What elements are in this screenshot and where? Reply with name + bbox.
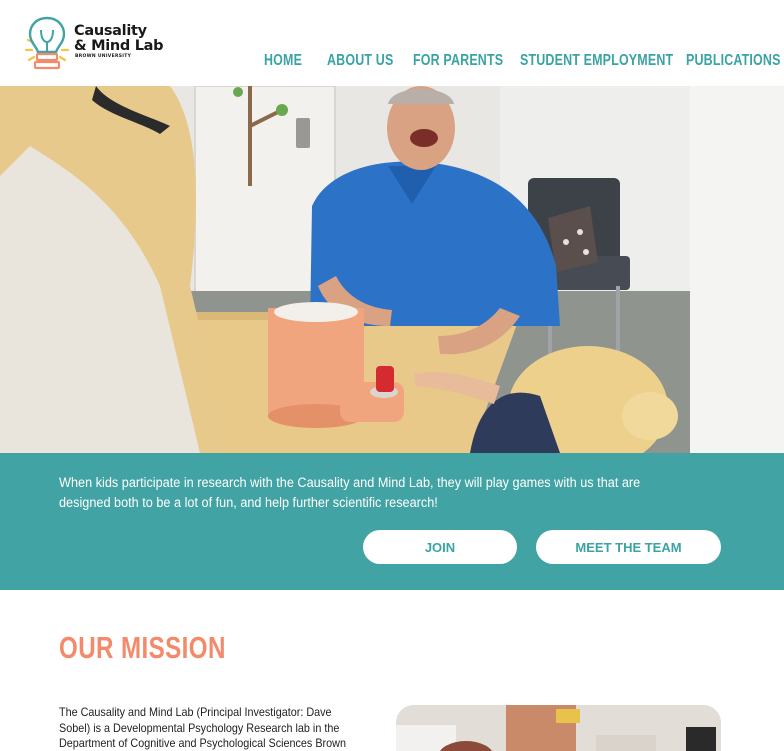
site-header: Causality & Mind Lab BROWN UNIVERSITY HO… [0, 0, 784, 86]
join-button[interactable]: JOIN [363, 530, 517, 564]
nav-for-parents[interactable]: FOR PARENTS [413, 52, 503, 70]
nav-student-employment[interactable]: STUDENT EMPLOYMENT [520, 52, 673, 70]
logo-title-line1: Causality [74, 23, 147, 39]
meet-the-team-button[interactable]: MEET THE TEAM [536, 530, 721, 564]
mission-heading: OUR MISSION [59, 630, 226, 665]
intro-text: When kids participate in research with t… [59, 475, 641, 510]
nav-publications[interactable]: PUBLICATIONS [686, 52, 781, 70]
logo-title: Causality & Mind Lab [74, 23, 164, 54]
nav-home[interactable]: HOME [264, 52, 302, 70]
mission-text: The Causality and Mind Lab (Principal In… [59, 705, 346, 750]
main-nav: HOME ABOUT US FOR PARENTS STUDENT EMPLOY… [0, 52, 784, 74]
intro-band: When kids participate in research with t… [0, 453, 784, 590]
mission-photo [396, 705, 721, 751]
hero-photo [0, 86, 784, 453]
nav-about-us[interactable]: ABOUT US [327, 52, 393, 70]
